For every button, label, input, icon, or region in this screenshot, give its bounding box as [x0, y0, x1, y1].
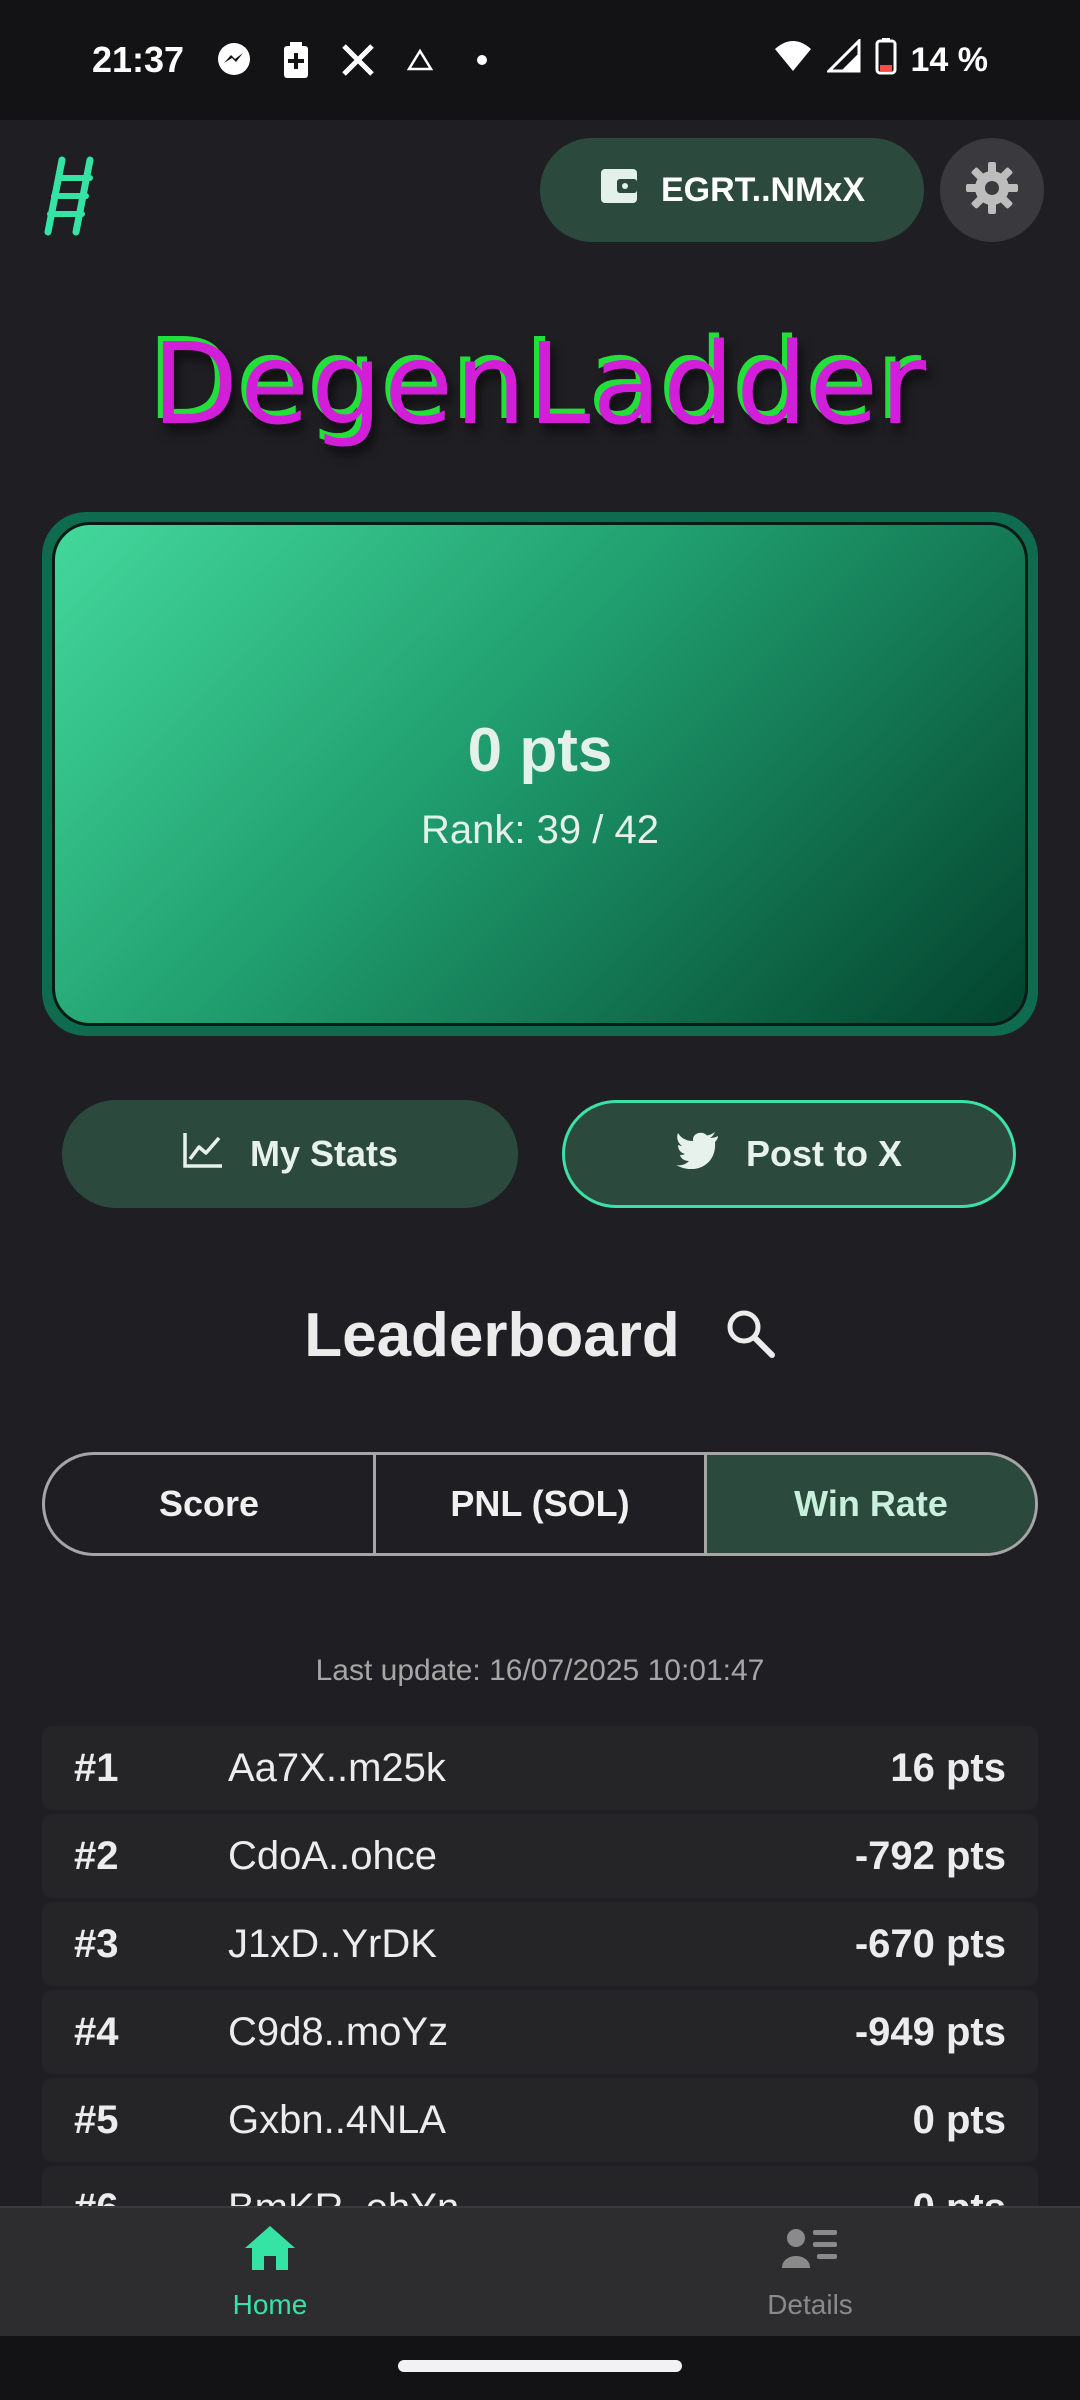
- row-rank: #2: [74, 1833, 119, 1878]
- row-rank: #3: [74, 1921, 119, 1966]
- wallet-icon: [599, 167, 639, 214]
- table-row[interactable]: #1 Aa7X..m25k 16 pts: [42, 1726, 1038, 1810]
- warning-icon: [400, 40, 440, 80]
- tab-score[interactable]: Score: [45, 1455, 373, 1553]
- settings-button[interactable]: [940, 138, 1044, 242]
- table-row[interactable]: #5 Gxbn..4NLA 0 pts: [42, 2078, 1038, 2162]
- nav-details-label: Details: [767, 2288, 853, 2320]
- status-time: 21:37: [92, 39, 185, 80]
- tab-pnl[interactable]: PNL (SOL): [373, 1455, 704, 1553]
- messenger-icon: [214, 40, 254, 80]
- leaderboard-header: Leaderboard: [0, 1300, 1080, 1371]
- status-bar: 21:37 14 %: [0, 0, 1080, 120]
- battery-percent: 14 %: [910, 40, 989, 79]
- nav-home-label: Home: [232, 2288, 308, 2320]
- score-points: 0 pts: [467, 716, 613, 785]
- gear-icon: [964, 160, 1020, 221]
- home-icon: [243, 2224, 297, 2279]
- row-address: Gxbn..4NLA: [228, 2097, 446, 2142]
- nav-home[interactable]: Home: [0, 2208, 540, 2336]
- post-to-x-button[interactable]: Post to X: [562, 1100, 1016, 1208]
- leaderboard-list: #1 Aa7X..m25k 16 pts #2 CdoA..ohce -792 …: [42, 1726, 1038, 2254]
- row-address: Aa7X..m25k: [228, 1745, 446, 1790]
- nav-details[interactable]: Details: [540, 2208, 1080, 2336]
- app-header: EGRT..NMxX: [0, 120, 1080, 260]
- table-row[interactable]: #2 CdoA..ohce -792 pts: [42, 1814, 1038, 1898]
- my-stats-label: My Stats: [249, 1133, 399, 1174]
- twitter-bird-icon: [675, 1131, 720, 1178]
- wallet-address: EGRT..NMxX: [660, 170, 866, 209]
- user-list-icon: [781, 2224, 839, 2279]
- app-title: DegenLadder: [151, 320, 929, 450]
- row-points: -792 pts: [854, 1833, 1006, 1878]
- leaderboard-tabs: Score PNL (SOL) Win Rate: [42, 1452, 1038, 1556]
- signal-icon: [824, 36, 861, 82]
- row-rank: #4: [74, 2009, 119, 2054]
- search-icon[interactable]: [724, 1307, 776, 1364]
- row-points: 16 pts: [890, 1745, 1006, 1790]
- table-row[interactable]: #3 J1xD..YrDK -670 pts: [42, 1902, 1038, 1986]
- row-address: J1xD..YrDK: [228, 1921, 437, 1966]
- row-rank: #5: [74, 2097, 119, 2142]
- battery-saver-icon: [276, 40, 316, 80]
- last-update: Last update: 16/07/2025 10:01:47: [315, 1654, 765, 1687]
- row-address: CdoA..ohce: [228, 1833, 438, 1878]
- score-card: 0 pts Rank: 39 / 42: [42, 512, 1038, 1036]
- gesture-bar: [0, 2336, 1080, 2400]
- wifi-icon: [773, 39, 813, 82]
- table-row[interactable]: #4 C9d8..moYz -949 pts: [42, 1990, 1038, 2074]
- battery-icon: [875, 37, 897, 84]
- tab-win-rate[interactable]: Win Rate: [704, 1455, 1035, 1553]
- bottom-nav: Home Details: [0, 2206, 1080, 2336]
- wallet-button[interactable]: EGRT..NMxX: [540, 138, 924, 242]
- ladder-icon[interactable]: [40, 156, 104, 236]
- row-rank: #1: [74, 1745, 119, 1790]
- chart-icon: [182, 1131, 224, 1178]
- row-address: C9d8..moYz: [228, 2009, 449, 2054]
- row-points: -670 pts: [854, 1921, 1006, 1966]
- leaderboard-title: Leaderboard: [304, 1301, 680, 1370]
- home-gesture-pill[interactable]: [398, 2360, 682, 2372]
- row-points: -949 pts: [854, 2009, 1006, 2054]
- row-points: 0 pts: [912, 2097, 1006, 2142]
- my-stats-button[interactable]: My Stats: [62, 1100, 518, 1208]
- post-to-x-label: Post to X: [745, 1133, 902, 1174]
- dot-icon: [462, 40, 502, 80]
- x-icon: [338, 40, 378, 80]
- score-rank: Rank: 39 / 42: [421, 808, 659, 852]
